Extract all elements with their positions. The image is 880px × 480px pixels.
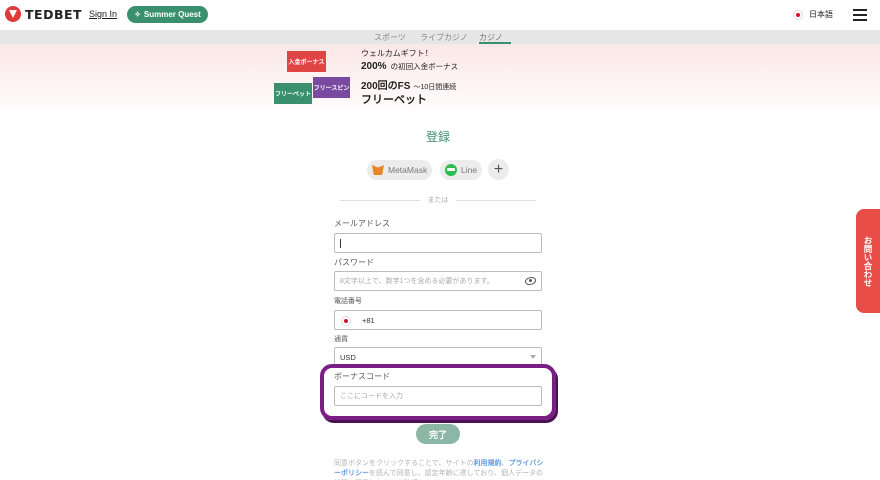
promo-line-1: ウェルカムギフト！ [361, 49, 433, 58]
summer-quest-label: Summer Quest [143, 10, 201, 19]
terms-link[interactable]: 利用規約 [474, 460, 502, 467]
signin-link[interactable]: Sign In [89, 9, 117, 19]
japan-flag-icon [793, 9, 803, 20]
promo-line-2: 200% の初回入金ボーナス [361, 61, 459, 72]
chevron-down-icon [530, 355, 536, 359]
category-nav: スポーツ ライブカジノ カジノ [0, 30, 880, 44]
divider-or: または [427, 197, 449, 204]
bonus-code-label: ボーナスコード [334, 372, 390, 381]
tab-live-casino[interactable]: ライブカジノ [420, 32, 468, 44]
divider-left [340, 200, 420, 201]
quest-icon: ✧ [134, 10, 141, 19]
terms-text: 同意ボタンをクリックすることで、サイトの利用規約、プライバシーポリシーを読んで同… [334, 460, 544, 477]
language-selector[interactable]: 日本語 [793, 9, 833, 20]
line-icon [445, 164, 457, 176]
logo-icon [5, 6, 21, 22]
line-login-button[interactable]: Line [440, 160, 483, 180]
register-title: 登録 [425, 130, 450, 144]
email-label: メールアドレス [334, 219, 390, 228]
tedbet-logo[interactable]: TEDBET [5, 6, 82, 22]
contact-us-label: お問い合わせ [863, 235, 873, 287]
deposit-bonus-badge: 入金ボーナス [287, 51, 326, 72]
tab-casino[interactable]: カジノ [479, 32, 511, 44]
line-label: Line [461, 165, 478, 175]
show-password-eye-icon[interactable] [525, 277, 536, 285]
password-field[interactable]: 8文字以上で、数字1つを含める必要があります。 [334, 271, 542, 291]
bonus-code-field[interactable]: ここにコードを入力 [334, 386, 542, 406]
metamask-button[interactable]: MetaMask [367, 160, 433, 180]
divider-right [456, 200, 536, 201]
promo-line-4: フリーベット [361, 94, 427, 106]
summer-quest-button[interactable]: ✧ Summer Quest [127, 6, 208, 23]
japan-flag-icon[interactable] [341, 316, 351, 326]
language-label: 日本語 [809, 10, 833, 19]
currency-value: USD [340, 352, 356, 362]
text-caret [340, 238, 341, 248]
password-placeholder: 8文字以上で、数字1つを含める必要があります。 [340, 278, 494, 285]
contact-us-tab[interactable]: お問い合わせ [856, 209, 880, 313]
logo-text: TEDBET [25, 6, 83, 22]
more-login-plus-icon[interactable]: + [488, 159, 509, 180]
free-bet-badge: フリーベット [274, 83, 312, 104]
email-field[interactable] [334, 233, 542, 253]
promo-line-3: 200回のFS ～10日間連続 [361, 81, 457, 92]
submit-button[interactable]: 完了 [416, 424, 460, 444]
currency-label: 通貨 [334, 336, 348, 343]
bonus-code-placeholder: ここにコードを入力 [340, 393, 403, 400]
phone-label: 電話番号 [334, 298, 362, 305]
free-spin-badge: フリースピン [313, 77, 350, 98]
hamburger-menu-icon[interactable] [853, 9, 867, 21]
metamask-label: MetaMask [388, 165, 428, 175]
phone-field[interactable]: +81 [334, 310, 542, 330]
password-label: パスワード [334, 258, 374, 267]
top-header: TEDBET Sign In ✧ Summer Quest 日本語 [0, 0, 880, 30]
tab-sports[interactable]: スポーツ [374, 32, 406, 44]
metamask-fox-icon [372, 165, 384, 175]
phone-country-code: +81 [362, 316, 375, 325]
